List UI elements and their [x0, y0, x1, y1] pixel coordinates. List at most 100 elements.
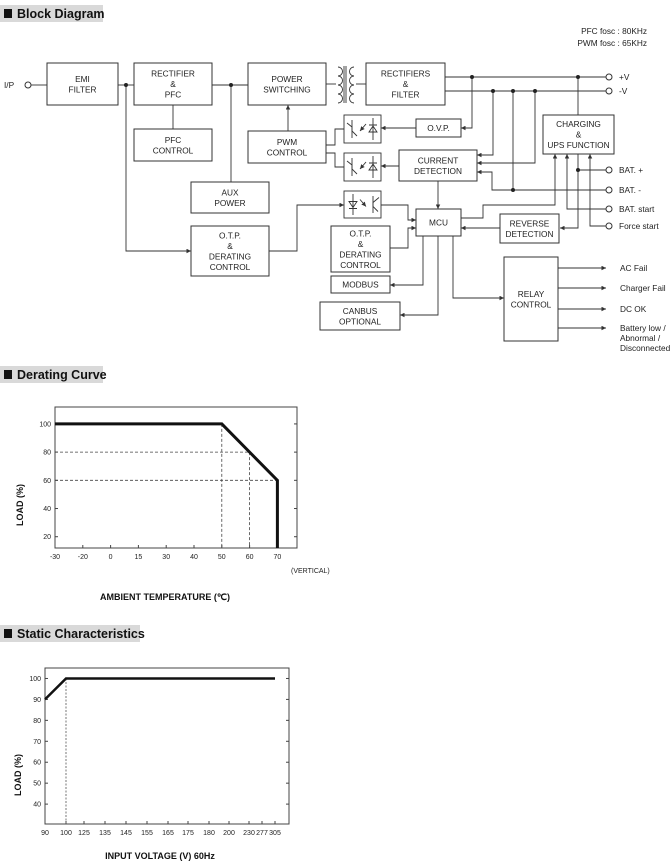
x-tick-label: 180: [203, 830, 215, 837]
x-tick-label: 30: [162, 554, 170, 561]
square-bullet-icon: [4, 370, 12, 379]
pfc-frequency-note: PFC fosc : 80KHz: [581, 26, 647, 36]
block-label: UPS FUNCTION: [547, 140, 609, 150]
relay-output-label: AC Fail: [620, 263, 647, 273]
terminal-label: BAT. -: [619, 185, 641, 195]
chart-0: -30 -20 0 15 30 40 50 60 70 20 40 60 80 100 (VERTICAL)…: [15, 406, 330, 602]
static-characteristics-header: Static Characteristics: [0, 625, 145, 642]
block-label: CHARGING: [556, 119, 601, 129]
optocoupler-icon: [343, 152, 382, 182]
junction-dot: [124, 83, 128, 87]
datasheet-canvas: Block Diagram Derating Curve Static Char…: [0, 5, 670, 861]
x-tick-label: 50: [218, 554, 226, 561]
block-label: PWM: [277, 137, 297, 147]
block-pwm-control: PWMCONTROL: [247, 130, 327, 164]
wire: [477, 91, 536, 166]
block-label: MODBUS: [342, 280, 379, 290]
wire: [326, 152, 344, 168]
block-emi-filter: EMIFILTER: [46, 62, 119, 106]
block-label: CONTROL: [267, 147, 308, 157]
y-tick-label: 100: [29, 676, 41, 683]
optocoupler-icon: [343, 190, 382, 219]
wire: [461, 77, 473, 131]
block-label: CONTROL: [340, 260, 381, 270]
block-label: O.T.P.: [219, 230, 241, 240]
wire: [326, 128, 344, 146]
block-label: REVERSE: [510, 218, 550, 228]
terminal-0: +V: [605, 72, 630, 82]
x-tick-label: 145: [120, 830, 132, 837]
terminal-label: +V: [619, 72, 630, 82]
block-reverse-detection: REVERSEDETECTION: [499, 213, 560, 244]
block-label: RECTIFIERS: [381, 69, 431, 79]
section-title: Derating Curve: [17, 368, 107, 382]
section-title: Block Diagram: [17, 7, 105, 21]
x-tick-label: 15: [135, 554, 143, 561]
x-tick-label: 230: [243, 830, 255, 837]
block-label: DETECTION: [506, 229, 554, 239]
block-label: CONTROL: [153, 145, 194, 155]
terminal-label: BAT. start: [619, 204, 655, 214]
block-power-switching: POWERSWITCHING: [247, 62, 327, 106]
wire: [452, 236, 504, 301]
static-series-line: [44, 677, 275, 701]
terminal-3: BAT. -: [605, 185, 641, 195]
optocoupler-icon: [343, 114, 382, 144]
block-label: MCU: [429, 218, 448, 228]
block-label: FILTER: [69, 84, 97, 94]
block-label: PFC: [165, 90, 182, 100]
y-tick-label: 80: [33, 718, 41, 725]
section-title: Static Characteristics: [17, 627, 145, 641]
block-label: DETECTION: [414, 166, 462, 176]
wire: [390, 236, 424, 288]
y-tick-label: 80: [43, 450, 51, 457]
block-label: DERATING: [339, 249, 381, 259]
terminal-icon: [605, 186, 613, 194]
block-label: FILTER: [392, 90, 420, 100]
input-label: I/P: [4, 80, 15, 90]
block-label: CANBUS: [343, 306, 378, 316]
block-pfc-control: PFCCONTROL: [133, 128, 213, 162]
block-label: &: [403, 79, 409, 89]
block-label: EMI: [75, 74, 90, 84]
x-tick-label: 100: [60, 830, 72, 837]
x-tick-label: 155: [141, 830, 153, 837]
wire: [564, 154, 606, 210]
block-label: SWITCHING: [263, 84, 310, 94]
block-label: CURRENT: [418, 155, 459, 165]
junction-dot: [491, 89, 495, 93]
y-axis-title: LOAD (%): [13, 754, 23, 796]
terminal-4: BAT. start: [605, 204, 655, 214]
y-tick-label: 90: [33, 697, 41, 704]
junction-dot: [576, 75, 580, 79]
plot-frame: [54, 406, 298, 549]
terminal-icon: [605, 87, 613, 95]
x-axis-note: (VERTICAL): [291, 568, 330, 575]
x-tick-label: 40: [190, 554, 198, 561]
block-label: OPTIONAL: [339, 316, 381, 326]
block-label: CONTROL: [210, 262, 251, 272]
x-axis-title: INPUT VOLTAGE (V) 60Hz: [105, 851, 215, 861]
y-tick-label: 60: [33, 760, 41, 767]
block-label: RECTIFIER: [151, 69, 195, 79]
x-tick-label: 70: [274, 554, 282, 561]
block-label: AUX: [221, 187, 239, 197]
block-label: &: [227, 241, 233, 251]
x-tick-label: 60: [246, 554, 254, 561]
y-tick-label: 40: [33, 802, 41, 809]
blocks: EMIFILTERRECTIFIER&PFCPFCCONTROLPOWERSWI…: [46, 62, 615, 342]
wire: [477, 91, 494, 158]
relay-output-label: DC OK: [620, 304, 647, 314]
x-tick-label: 200: [223, 830, 235, 837]
block-diagram-header: Block Diagram: [0, 5, 105, 22]
terminal-label: -V: [619, 86, 628, 96]
x-tick-label: 125: [78, 830, 90, 837]
junction-dot: [576, 168, 580, 172]
x-tick-label: 165: [162, 830, 174, 837]
square-bullet-icon: [4, 9, 12, 18]
block-label: RELAY: [518, 289, 545, 299]
y-tick-label: 40: [43, 506, 51, 513]
block-label: PFC: [165, 135, 182, 145]
x-tick-label: 305: [269, 830, 281, 837]
y-tick-label: 20: [43, 534, 51, 541]
